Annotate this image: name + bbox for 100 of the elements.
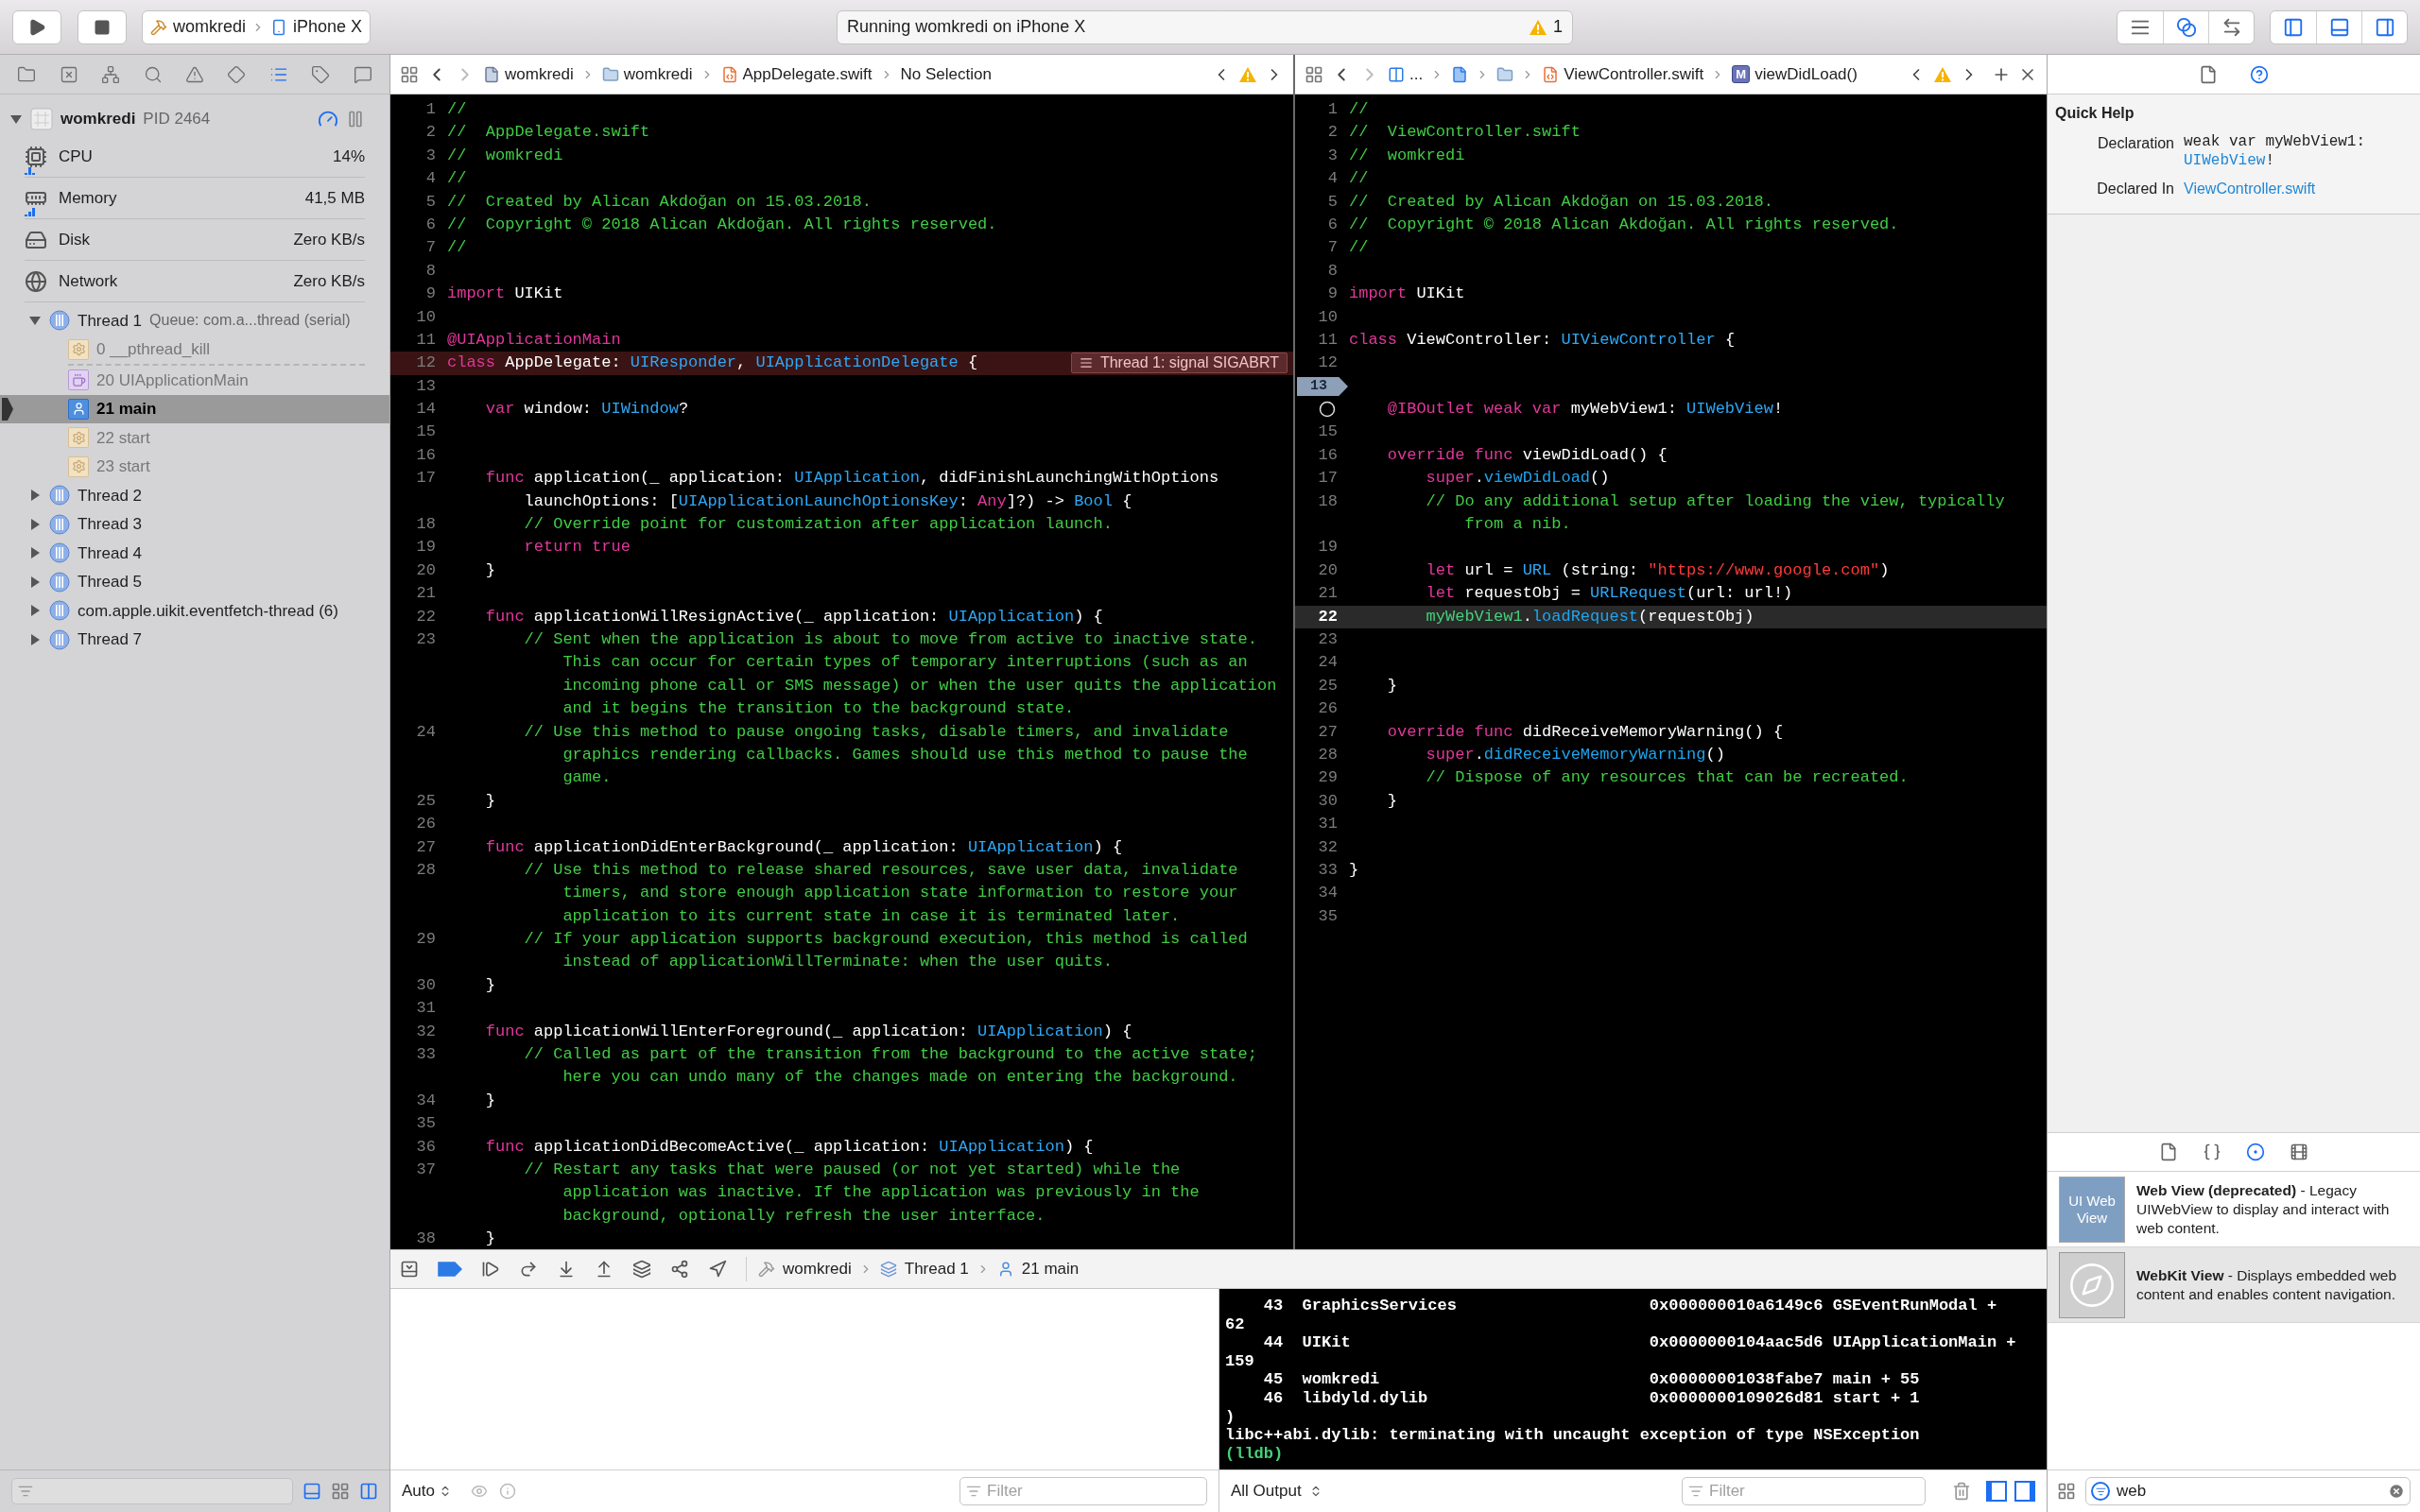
library-item[interactable]: WebKit View - Displays embedded web content and enables content navigation. [2048, 1247, 2420, 1323]
folder-icon[interactable] [17, 64, 37, 84]
columns-icon[interactable] [359, 1482, 378, 1501]
trash-icon[interactable] [1952, 1482, 1971, 1501]
hierarchy-icon[interactable] [101, 64, 121, 84]
thread-label[interactable]: Thread 5 [78, 570, 143, 594]
code-line: timers, and store enough application state information to restore your [562, 883, 1238, 904]
run-button[interactable] [12, 9, 61, 44]
disclosure-triangle-icon[interactable] [28, 632, 42, 646]
circles-icon [2175, 16, 2197, 38]
line-number: 16 [416, 444, 436, 466]
step-over-icon[interactable] [519, 1260, 538, 1279]
disclosure-triangle-icon[interactable] [28, 546, 42, 560]
thread-label[interactable]: Thread 2 [78, 483, 143, 507]
layers-icon[interactable] [632, 1260, 651, 1279]
path-item[interactable]: womkredi [505, 61, 574, 87]
thread-label[interactable]: Thread 4 [78, 541, 143, 565]
stack-frame[interactable]: 21 main [96, 397, 157, 421]
line-number: 9 [425, 284, 436, 305]
disclosure-triangle-icon[interactable] [28, 604, 42, 618]
object-icon[interactable] [2246, 1143, 2265, 1161]
disclosure-triangle-icon[interactable] [28, 575, 42, 589]
thread-label[interactable]: Thread 7 [78, 627, 143, 652]
person-icon [68, 398, 89, 420]
thread-label[interactable]: Thread 3 [78, 512, 143, 537]
warning-icon[interactable] [184, 64, 204, 84]
location-arrow-icon[interactable] [708, 1260, 727, 1279]
gauge-value: 41,5 MB [304, 187, 365, 209]
scheme-selector[interactable]: womkredi iPhone X [142, 9, 372, 44]
continue-icon[interactable] [481, 1260, 500, 1279]
gauge-label[interactable]: Memory [59, 185, 117, 211]
search-icon[interactable] [143, 64, 163, 84]
file-icon[interactable] [2159, 1143, 2178, 1161]
console-prompt: (lldb) [1225, 1444, 1284, 1464]
path-item[interactable]: ... [1409, 61, 1424, 87]
method-badge: M [1732, 65, 1751, 83]
path-item[interactable]: viewDidLoad() [1754, 61, 1858, 87]
line-number: 30 [1318, 790, 1338, 812]
activity-status: Running womkredi on iPhone X [847, 16, 1086, 38]
line-number: 9 [1327, 284, 1338, 305]
grid-icon[interactable] [2057, 1482, 2076, 1501]
message-icon[interactable] [353, 64, 372, 84]
console-line: 45 womkredi 0x00000001038fabe7 main + 55 [1262, 1370, 1920, 1389]
line-number: 16 [1318, 444, 1338, 466]
file-icon[interactable] [2199, 64, 2218, 84]
help-icon[interactable] [2250, 64, 2269, 84]
stop-button[interactable] [78, 9, 127, 44]
filter-icon [2091, 1482, 2110, 1501]
panel-icon[interactable] [302, 1482, 321, 1501]
thread-label[interactable]: Thread 1 [78, 308, 143, 333]
code-line: // Created by Alican Akdoğan on 15.03.2018. [447, 191, 872, 213]
symbol-icon[interactable] [59, 64, 78, 84]
step-out-icon[interactable] [595, 1260, 614, 1279]
error-annotation[interactable]: Thread 1: signal SIGABRT [1070, 352, 1288, 374]
show-variables-toggle[interactable] [1986, 1481, 2007, 1502]
step-into-icon[interactable] [557, 1260, 576, 1279]
diamond-icon[interactable] [227, 64, 247, 84]
graph-icon[interactable] [670, 1260, 689, 1279]
gauge-label[interactable]: Network [59, 268, 118, 294]
thread-label[interactable]: com.apple.uikit.eventfetch-thread (6) [78, 598, 338, 623]
disclosure-triangle-icon[interactable] [9, 112, 23, 126]
path-item[interactable]: womkredi [623, 61, 693, 87]
hide-debug-area-icon[interactable] [400, 1260, 419, 1279]
library-search-field[interactable]: web [2085, 1477, 2411, 1505]
gauge-label[interactable]: CPU [59, 144, 93, 169]
line-number: 25 [1318, 675, 1338, 696]
breadcrumb-item[interactable]: Thread 1 [904, 1257, 969, 1281]
grid-icon[interactable] [331, 1482, 350, 1501]
breadcrumb-item[interactable]: womkredi [783, 1257, 852, 1281]
line-number: 31 [1318, 814, 1338, 835]
disclosure-triangle-icon[interactable] [28, 489, 42, 503]
instruction-pointer[interactable]: 13 [1297, 376, 1348, 396]
related-items-icon[interactable] [400, 64, 419, 84]
process-id: PID 2464 [143, 109, 211, 130]
breadcrumb-item[interactable]: 21 main [1021, 1257, 1080, 1281]
output-popup[interactable]: All Output [1231, 1479, 1302, 1503]
file-link[interactable]: ViewController.swift [2184, 178, 2316, 200]
path-item[interactable]: AppDelegate.swift [742, 61, 873, 87]
filter-field[interactable]: Filter [959, 1477, 1207, 1505]
disclosure-triangle-icon[interactable] [28, 517, 42, 531]
outlet-circle-icon[interactable] [1319, 401, 1336, 419]
scope-popup[interactable]: Auto [402, 1479, 435, 1503]
code-line: // Override point for customization after application launch. [523, 514, 1113, 536]
gauge-label[interactable]: Disk [59, 227, 91, 252]
code-line: func applicationDidEnterBackground(_ application: UIApplication) { [484, 836, 1123, 858]
braces-icon[interactable] [2203, 1143, 2221, 1161]
filter-field[interactable] [11, 1478, 293, 1504]
warning-count[interactable]: 1 [1553, 14, 1564, 40]
path-item[interactable]: No Selection [900, 61, 992, 87]
breakpoints-toggle-icon[interactable] [438, 1262, 462, 1277]
film-icon[interactable] [2290, 1143, 2308, 1161]
related-items-icon[interactable] [1305, 64, 1323, 84]
show-console-toggle[interactable] [2014, 1481, 2035, 1502]
line-number: 26 [1318, 698, 1338, 720]
path-item[interactable]: ViewController.swift [1564, 61, 1704, 87]
code-line: @IBOutlet weak var myWebView1: UIWebView! [1386, 399, 1784, 421]
filter-field[interactable]: Filter [1682, 1477, 1926, 1505]
scheme-name: womkredi [173, 16, 247, 38]
line-number: 20 [1318, 559, 1338, 581]
tag-icon[interactable] [311, 64, 331, 84]
